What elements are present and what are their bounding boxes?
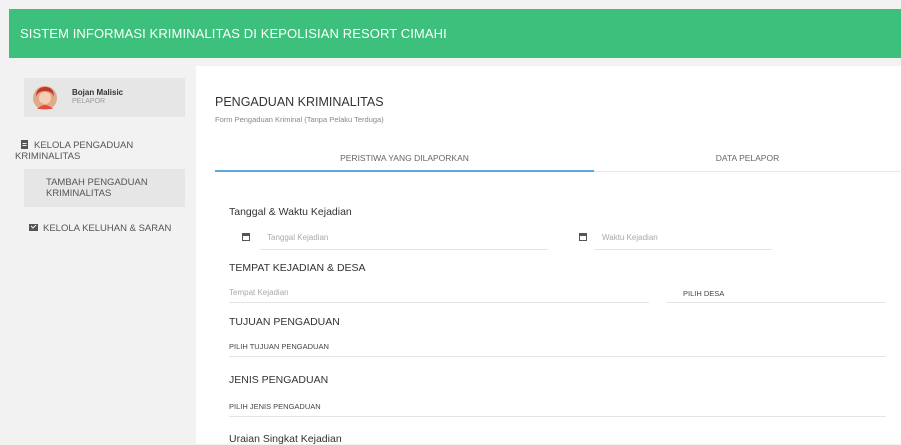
sidebar-item-label: TAMBAH PENGADUAN KRIMINALITAS	[46, 177, 148, 199]
page-subtitle: Form Pengaduan Kriminal (Tanpa Pelaku Te…	[215, 115, 384, 124]
tab-data-pelapor[interactable]: DATA PELAPOR	[594, 153, 901, 163]
page-title: PENGADUAN KRIMINALITAS	[215, 95, 384, 109]
place-label: TEMPAT KEJADIAN & DESA	[229, 262, 366, 274]
uraian-label: Uraian Singkat Kejadian	[229, 433, 342, 445]
user-role: PELAPOR	[72, 98, 106, 105]
place-input[interactable]: Tempat Kejadian	[229, 288, 289, 297]
calendar-icon	[242, 233, 250, 241]
document-icon	[21, 140, 28, 149]
tab-active-indicator	[215, 170, 594, 172]
datetime-label: Tanggal & Waktu Kejadian	[229, 206, 352, 218]
tujuan-label: TUJUAN PENGADUAN	[229, 316, 340, 328]
message-icon	[29, 224, 38, 231]
jenis-select-underline	[229, 416, 886, 417]
sidebar: Bojan Malisic PELAPOR KELOLA PENGADUAN K…	[9, 66, 190, 444]
sidebar-item-tambah-pengaduan[interactable]: TAMBAH PENGADUAN KRIMINALITAS	[24, 169, 185, 207]
app-title: SISTEM INFORMASI KRIMINALITAS DI KEPOLIS…	[20, 26, 447, 41]
sidebar-item-label: KELOLA KELUHAN & SARAN	[43, 223, 172, 234]
jenis-label: JENIS PENGADUAN	[229, 374, 329, 386]
jenis-select[interactable]: PILIH JENIS PENGADUAN	[229, 402, 321, 411]
top-header-bar: SISTEM INFORMASI KRIMINALITAS DI KEPOLIS…	[9, 9, 901, 58]
tujuan-select[interactable]: PILIH TUJUAN PENGADUAN	[229, 342, 329, 351]
sidebar-item-label: KELOLA PENGADUAN KRIMINALITAS	[15, 140, 134, 162]
user-card[interactable]: Bojan Malisic PELAPOR	[24, 78, 185, 117]
desa-select[interactable]: PILIH DESA	[683, 289, 724, 298]
date-input-underline	[260, 249, 548, 250]
avatar-icon	[33, 86, 57, 110]
sidebar-item-kelola-pengaduan[interactable]: KELOLA PENGADUAN KRIMINALITAS	[15, 140, 165, 162]
time-input[interactable]: Waktu Kejadian	[602, 233, 658, 242]
clock-icon	[579, 233, 587, 241]
tab-peristiwa[interactable]: PERISTIWA YANG DILAPORKAN	[215, 153, 594, 163]
date-input[interactable]: Tanggal Kejadian	[267, 233, 328, 242]
desa-select-underline	[666, 302, 886, 303]
place-input-underline	[229, 302, 649, 303]
main-content: PENGADUAN KRIMINALITAS Form Pengaduan Kr…	[196, 66, 901, 445]
user-name: Bojan Malisic	[72, 88, 124, 97]
sidebar-item-kelola-keluhan[interactable]: KELOLA KELUHAN & SARAN	[29, 223, 171, 234]
tujuan-select-underline	[229, 356, 886, 357]
time-input-underline	[594, 249, 772, 250]
